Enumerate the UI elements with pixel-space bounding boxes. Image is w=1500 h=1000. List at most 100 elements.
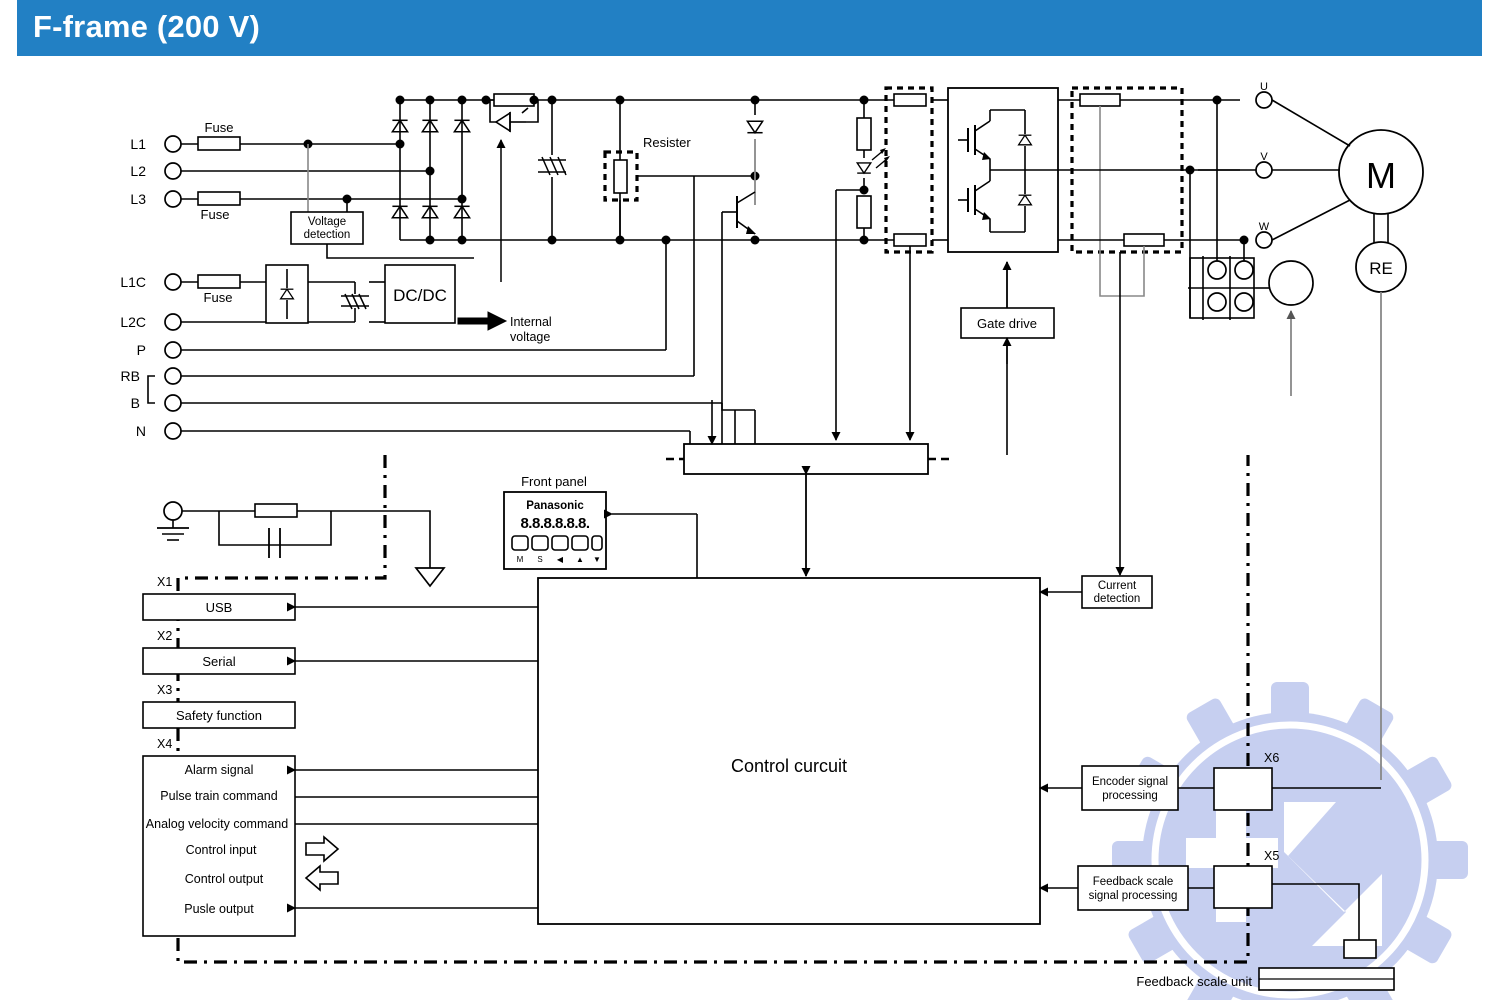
- fuse-L3: [197, 191, 241, 206]
- encoder-signal-label-1: Encoder signal: [1092, 776, 1168, 788]
- connector-label-x4: X4: [157, 737, 172, 751]
- panel-seven-segment-display: 8.8.8.8.8.8.: [520, 515, 589, 532]
- connector-label-x6: X6: [1264, 751, 1279, 765]
- current-detection-label-1: Current: [1098, 580, 1137, 592]
- terminal-U: [1255, 91, 1273, 109]
- io-signal-control-output: Control output: [185, 872, 264, 886]
- panel-button-label-set: S: [537, 555, 542, 564]
- internal-voltage-label-1: Internal: [510, 315, 552, 329]
- terminal-label-L2C: L2C: [120, 314, 146, 330]
- connector-block-serial: Serial: [202, 654, 235, 669]
- current-transformer-block: [1188, 256, 1314, 396]
- terminal-W-label: W: [1259, 221, 1270, 233]
- control-circuit-label: Control curcuit: [731, 756, 847, 776]
- connector-x2-serial: X2 Serial: [142, 629, 538, 675]
- terminal-L2C: [164, 313, 182, 331]
- ac-input-section: [164, 135, 467, 212]
- gate-drive-label: Gate drive: [977, 316, 1037, 331]
- panel-brand-logo: Panasonic: [526, 500, 584, 512]
- io-signal-control-input: Control input: [186, 843, 257, 857]
- dc-dc-label: DC/DC: [393, 286, 447, 305]
- encoder-label: RE: [1369, 259, 1393, 278]
- output-current-sense-module: [1058, 86, 1240, 576]
- terminal-label-L3: L3: [130, 191, 146, 207]
- inrush-limit-circuit: [481, 93, 539, 282]
- fuse-L1: [197, 136, 241, 151]
- terminal-label-L1: L1: [130, 136, 146, 152]
- ground-filter-section: [157, 501, 446, 588]
- control-output-arrow-icon: [304, 864, 339, 892]
- connector-block-safety: Safety function: [176, 708, 262, 723]
- watermark-gear-logo: [1112, 682, 1468, 1000]
- control-circuit-block: Control curcuit: [537, 577, 1041, 925]
- terminal-label-RB: RB: [121, 368, 140, 384]
- terminal-L2: [164, 162, 182, 180]
- io-signal-pulse-output: Pusle output: [184, 902, 254, 916]
- connector-x5-port[interactable]: [1213, 865, 1273, 909]
- terminal-L1C: [164, 273, 182, 291]
- front-panel-module: Front panel Panasonic 8.8.8.8.8.8. M S ◀…: [503, 474, 698, 578]
- connector-label-x3: X3: [157, 683, 172, 697]
- connector-block-usb: USB: [206, 600, 233, 615]
- regen-resister-block: Resister: [603, 95, 691, 240]
- terminal-V: [1255, 161, 1273, 179]
- connector-x6-port[interactable]: [1213, 767, 1273, 811]
- panel-button-label-up: ▲: [576, 555, 584, 564]
- ground-terminal: [163, 501, 183, 521]
- panel-button-down[interactable]: [591, 535, 603, 551]
- inrush-resistor: [493, 93, 535, 107]
- terminal-B: [164, 394, 182, 412]
- dc-link-capacitor: [538, 95, 567, 245]
- emi-resistor: [254, 503, 298, 518]
- fuse-label-L1: Fuse: [205, 120, 234, 135]
- connector-x1-usb: X1 USB: [142, 575, 538, 621]
- panel-button-left[interactable]: [551, 535, 569, 551]
- chassis-ground-symbol: [414, 567, 446, 588]
- braking-transistor-circuit: [721, 95, 764, 411]
- io-signal-alarm: Alarm signal: [185, 763, 254, 777]
- io-signal-analog-velocity: Analog velocity command: [146, 817, 288, 831]
- terminal-label-L1C: L1C: [120, 274, 146, 290]
- current-sensor: [1268, 260, 1314, 306]
- connector-x4-io-block: X4 Alarm signal Pulse train command Anal…: [142, 737, 538, 937]
- feedback-scale-unit-block: Feedback scale unit: [1136, 967, 1395, 991]
- divider-resistor-upper: [856, 117, 872, 151]
- connector-x3-safety: X3 Safety function: [142, 683, 296, 729]
- fuse-label-L3: Fuse: [201, 207, 230, 222]
- bridge-rectifier: [391, 95, 700, 245]
- panel-button-up[interactable]: [571, 535, 589, 551]
- terminal-label-N: N: [136, 423, 146, 439]
- panel-button-mode[interactable]: [511, 535, 529, 551]
- voltage-detection-block: Voltage detection: [290, 211, 474, 259]
- terminal-U-label: U: [1260, 81, 1268, 93]
- internal-voltage-arrow: [457, 311, 508, 331]
- panel-button-set[interactable]: [531, 535, 549, 551]
- internal-voltage-label-2: voltage: [510, 330, 550, 344]
- voltage-detection-label-2: detection: [304, 229, 351, 241]
- panel-button-label-left: ◀: [557, 555, 564, 564]
- terminal-W: [1255, 231, 1273, 249]
- block-diagram: Voltage detection Resister Gate drive U …: [120, 81, 1468, 1000]
- connector-label-x5: X5: [1264, 849, 1279, 863]
- bus-voltage-sense: [831, 95, 890, 441]
- connector-label-x1: X1: [157, 575, 172, 589]
- terminal-label-P: P: [137, 342, 146, 358]
- encoder-signal-label-2: processing: [1102, 790, 1158, 802]
- power-terminal-labels: L1 L2 L3 L1C L2C P RB B N: [120, 136, 146, 439]
- control-input-arrow-icon: [305, 835, 340, 863]
- fuse-label-L1C: Fuse: [204, 290, 233, 305]
- feedback-scale-label-2: signal processing: [1089, 890, 1178, 902]
- terminal-V-label: V: [1260, 151, 1268, 163]
- front-panel-caption: Front panel: [521, 474, 587, 489]
- io-signal-pulse-train: Pulse train command: [160, 789, 277, 803]
- terminal-label-B: B: [131, 395, 140, 411]
- current-detection-block: Current detection: [1039, 575, 1153, 609]
- terminal-P: [164, 341, 182, 359]
- motor-label: M: [1366, 155, 1396, 196]
- current-detection-label-2: detection: [1094, 593, 1141, 605]
- panel-button-label-down: ▼: [593, 555, 601, 564]
- igbt-inverter-module: [932, 87, 1059, 253]
- resister-label: Resister: [643, 135, 691, 150]
- terminal-L3: [164, 190, 182, 208]
- terminal-RB: [164, 367, 182, 385]
